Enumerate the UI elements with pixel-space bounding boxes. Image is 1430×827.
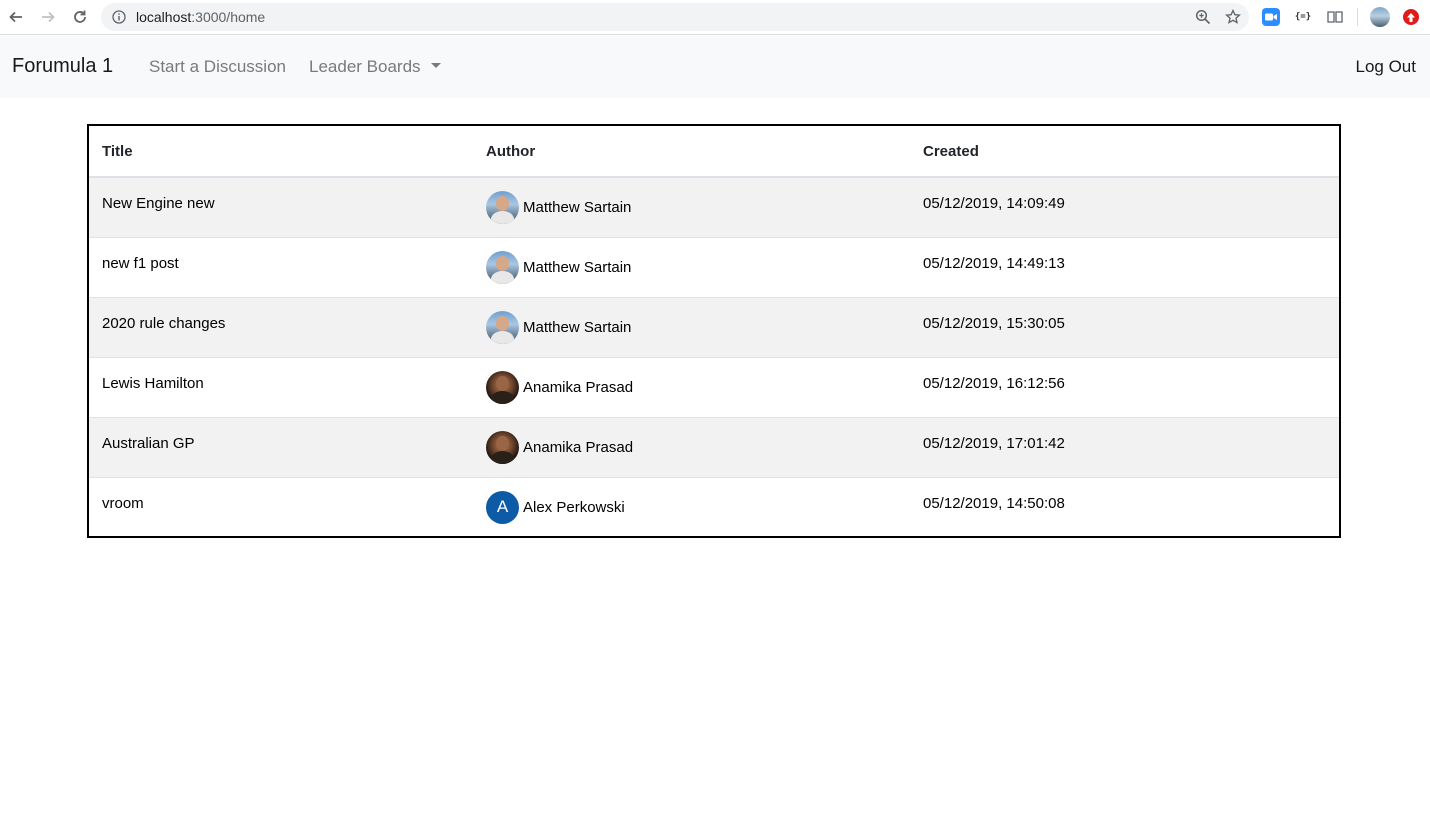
zoom-icon[interactable] <box>1195 9 1211 25</box>
author-name: Matthew Sartain <box>523 318 632 336</box>
star-icon[interactable] <box>1225 9 1241 25</box>
nav-start-discussion[interactable]: Start a Discussion <box>149 57 286 77</box>
author: Matthew Sartain <box>486 250 910 284</box>
table-row[interactable]: Lewis Hamilton Anamika Prasad 05/12/2019, … <box>89 356 1339 417</box>
created-timestamp: 05/12/2019, 16:12:56 <box>910 356 1339 417</box>
address-bar[interactable]: localhost:3000/home <box>101 3 1249 31</box>
author-name: Anamika Prasad <box>523 438 634 456</box>
discussion-title[interactable]: Lewis Hamilton <box>89 356 473 417</box>
author: Anamika Prasad <box>486 430 910 464</box>
author-cell: Matthew Sartain <box>473 236 910 297</box>
browser-toolbar: localhost:3000/home {=} <box>0 0 1430 35</box>
avatar-body <box>491 270 514 284</box>
column-header-title: Title <box>89 126 473 178</box>
author-name: Anamika Prasad <box>523 378 634 396</box>
red-extension-icon[interactable] <box>1403 9 1419 25</box>
avatar-body <box>491 211 514 224</box>
avatar-face <box>496 375 509 391</box>
app-navbar: Forumula 1 Start a Discussion Leader Boa… <box>0 36 1430 98</box>
table-row[interactable]: vroom A Alex Perkowski 05/12/2019, 14:50:08 <box>89 476 1339 537</box>
author-cell: A Alex Perkowski <box>473 476 910 537</box>
author: Matthew Sartain <box>486 310 910 344</box>
book-icon <box>1327 11 1343 23</box>
author-cell: Anamika Prasad <box>473 416 910 477</box>
avatar-face <box>496 255 509 271</box>
author-name: Matthew Sartain <box>523 258 632 276</box>
zoom-extension-icon[interactable] <box>1262 8 1280 26</box>
table-row[interactable]: new f1 post Matthew Sartain 05/12/2019, 14… <box>89 236 1339 297</box>
author: Anamika Prasad <box>486 370 910 404</box>
url-host: localhost <box>136 9 192 25</box>
arrow-right-icon <box>42 11 55 23</box>
nav-leader-boards-label: Leader Boards <box>309 57 421 76</box>
url-path: :3000/home <box>191 9 266 25</box>
created-timestamp: 05/12/2019, 15:30:05 <box>910 296 1339 357</box>
json-extension-icon[interactable]: {=} <box>1294 8 1312 26</box>
created-timestamp: 05/12/2019, 14:49:13 <box>910 236 1339 297</box>
reload-button[interactable] <box>64 1 96 33</box>
forward-button[interactable] <box>32 1 64 33</box>
created-timestamp: 05/12/2019, 17:01:42 <box>910 416 1339 477</box>
toolbar-divider <box>1357 8 1358 26</box>
avatar <box>486 370 519 404</box>
info-icon[interactable] <box>112 10 126 24</box>
avatar: A <box>486 490 519 524</box>
author-name: Alex Perkowski <box>523 498 625 516</box>
author: Matthew Sartain <box>486 191 910 224</box>
avatar <box>486 250 519 284</box>
video-camera-icon <box>1265 13 1277 21</box>
created-timestamp: 05/12/2019, 14:09:49 <box>923 195 1065 212</box>
author-cell: Anamika Prasad <box>473 356 910 417</box>
discussion-title[interactable]: 2020 rule changes <box>89 296 473 357</box>
avatar-body <box>491 390 514 404</box>
reload-icon <box>74 10 86 23</box>
avatar <box>486 191 519 224</box>
table-row[interactable]: Australian GP Anamika Prasad 05/12/2019, 1… <box>89 416 1339 477</box>
caret-down-icon <box>430 63 441 68</box>
avatar-face <box>496 196 509 211</box>
table-body: New Engine new Matthew Sartain 05/12/2019,… <box>89 177 1339 537</box>
table-row[interactable]: 2020 rule changes Matthew Sartain 05/12/20… <box>89 296 1339 357</box>
column-header-author: Author <box>473 126 910 178</box>
url-text[interactable]: localhost:3000/home <box>136 9 265 25</box>
table-header: Title Author Created <box>89 126 1339 178</box>
avatar-face <box>496 315 509 331</box>
author-name: Matthew Sartain <box>523 199 632 216</box>
created-timestamp: 05/12/2019, 14:50:08 <box>910 476 1339 537</box>
author: A Alex Perkowski <box>486 490 910 524</box>
arrow-left-icon <box>9 11 22 23</box>
avatar-body <box>491 450 514 464</box>
avatar <box>486 430 519 464</box>
nav-leader-boards-dropdown[interactable]: Leader Boards <box>309 57 441 77</box>
avatar-body <box>491 330 514 344</box>
author-cell: Matthew Sartain <box>473 296 910 357</box>
avatar-face <box>496 435 509 451</box>
arrow-up-icon <box>1407 12 1415 22</box>
reader-extension-icon[interactable] <box>1326 8 1344 26</box>
profile-avatar[interactable] <box>1370 7 1390 27</box>
discussion-title[interactable]: Australian GP <box>89 416 473 477</box>
author-cell: Matthew Sartain <box>473 177 910 237</box>
discussion-title[interactable]: New Engine new <box>89 177 473 237</box>
discussion-title[interactable]: vroom <box>89 476 473 537</box>
column-header-created: Created <box>910 126 1339 178</box>
discussions-table: Title Author Created New Engine new Matth… <box>87 124 1341 538</box>
table-row[interactable]: New Engine new Matthew Sartain 05/12/2019,… <box>89 177 1339 237</box>
logout-link[interactable]: Log Out <box>1356 57 1417 77</box>
discussion-title[interactable]: new f1 post <box>89 236 473 297</box>
brand-logo[interactable]: Forumula 1 <box>12 55 113 78</box>
back-button[interactable] <box>0 1 32 33</box>
avatar <box>486 310 519 344</box>
